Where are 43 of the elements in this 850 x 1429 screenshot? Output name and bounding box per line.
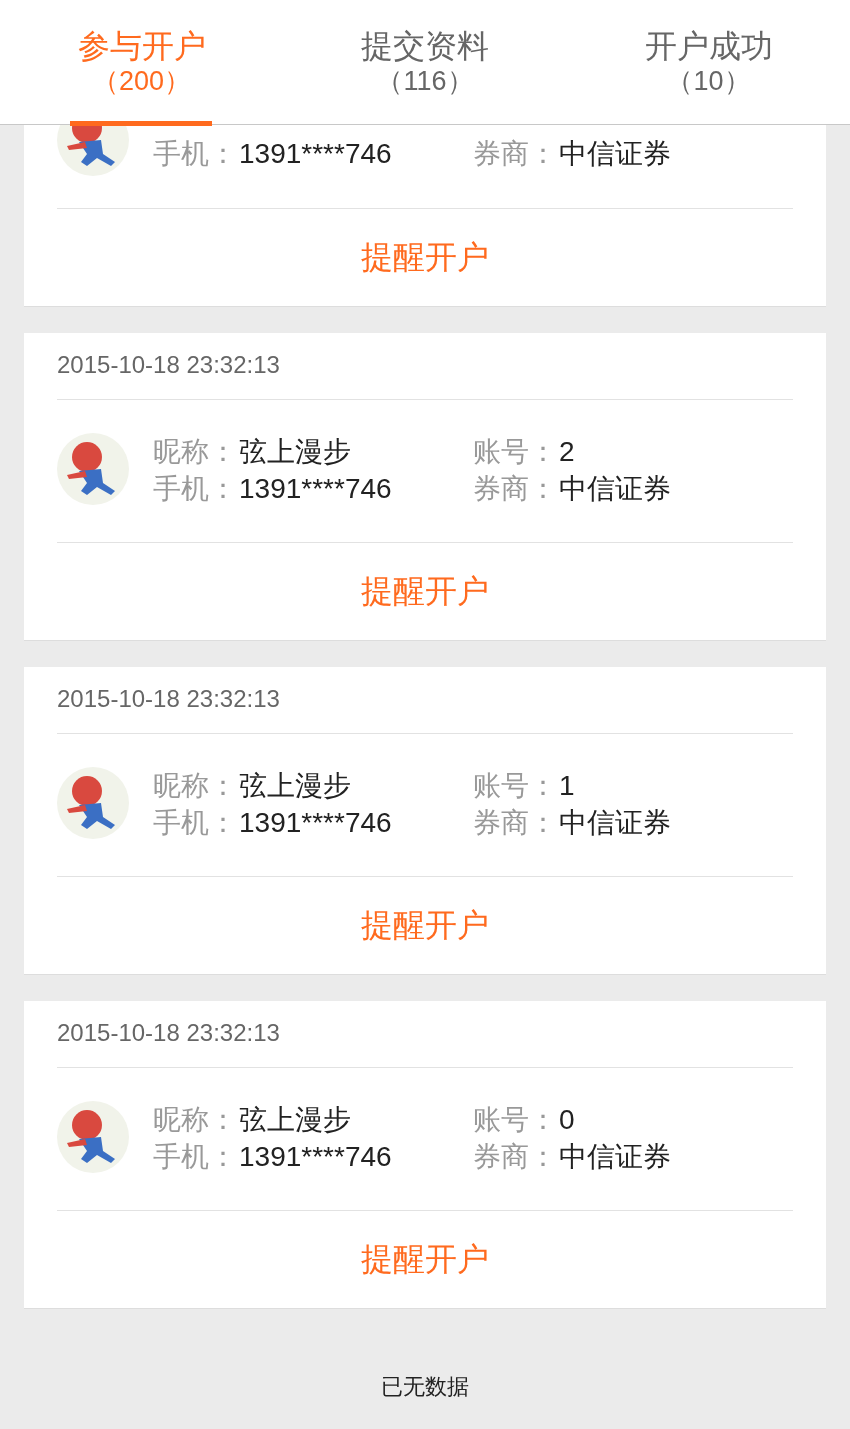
- field-value: 中信证券: [559, 1139, 671, 1174]
- remind-button[interactable]: 提醒开户: [353, 231, 497, 284]
- tab[interactable]: 参与开户 （200）: [0, 0, 283, 124]
- tab[interactable]: 开户成功 （10）: [567, 0, 850, 124]
- field-label: 手机：: [153, 805, 238, 840]
- end-of-list-text: 已无数据: [380, 1373, 470, 1401]
- field-label: 账号：: [473, 1102, 558, 1137]
- field-value: 1391****746: [239, 137, 392, 170]
- field-value: 中信证券: [559, 805, 671, 840]
- field-value: 2: [559, 435, 575, 468]
- field-value: 1391****746: [239, 472, 392, 505]
- field-label: 券商：: [473, 1139, 558, 1174]
- timestamp: 2015-10-18 23:32:13: [57, 1001, 793, 1068]
- field-label: 券商：: [473, 136, 558, 171]
- field-label: 昵称：: [153, 434, 238, 469]
- avatar-icon: [57, 1101, 129, 1173]
- field-value: 弦上漫步: [239, 768, 351, 803]
- field-value: 0: [559, 1103, 575, 1136]
- field-label: 账号：: [473, 768, 558, 803]
- field-label: 账号：: [473, 434, 558, 469]
- field-value: 中信证券: [559, 136, 671, 171]
- field-label: 昵称：: [153, 768, 238, 803]
- timestamp: 2015-10-18 23:32:13: [57, 667, 793, 734]
- avatar-icon: [57, 767, 129, 839]
- field-label: 手机：: [153, 1139, 238, 1174]
- avatar-icon: [57, 125, 129, 176]
- field-value: 弦上漫步: [239, 434, 351, 469]
- avatar-icon: [57, 433, 129, 505]
- field-value: 1391****746: [239, 1140, 392, 1173]
- field-label: 手机：: [153, 471, 238, 506]
- field-label: 手机：: [153, 136, 238, 171]
- field-label: 昵称：: [153, 1102, 238, 1137]
- remind-button[interactable]: 提醒开户: [353, 565, 497, 618]
- tab[interactable]: 提交资料 （116）: [283, 0, 567, 124]
- remind-button[interactable]: 提醒开户: [353, 1233, 497, 1286]
- field-value: 弦上漫步: [239, 1102, 351, 1137]
- field-value: 中信证券: [559, 471, 671, 506]
- field-label: 券商：: [473, 471, 558, 506]
- timestamp: 2015-10-18 23:32:13: [57, 333, 793, 400]
- field-value: 1391****746: [239, 806, 392, 839]
- field-label: 券商：: [473, 805, 558, 840]
- remind-button[interactable]: 提醒开户: [353, 899, 497, 952]
- field-value: 1: [559, 769, 575, 802]
